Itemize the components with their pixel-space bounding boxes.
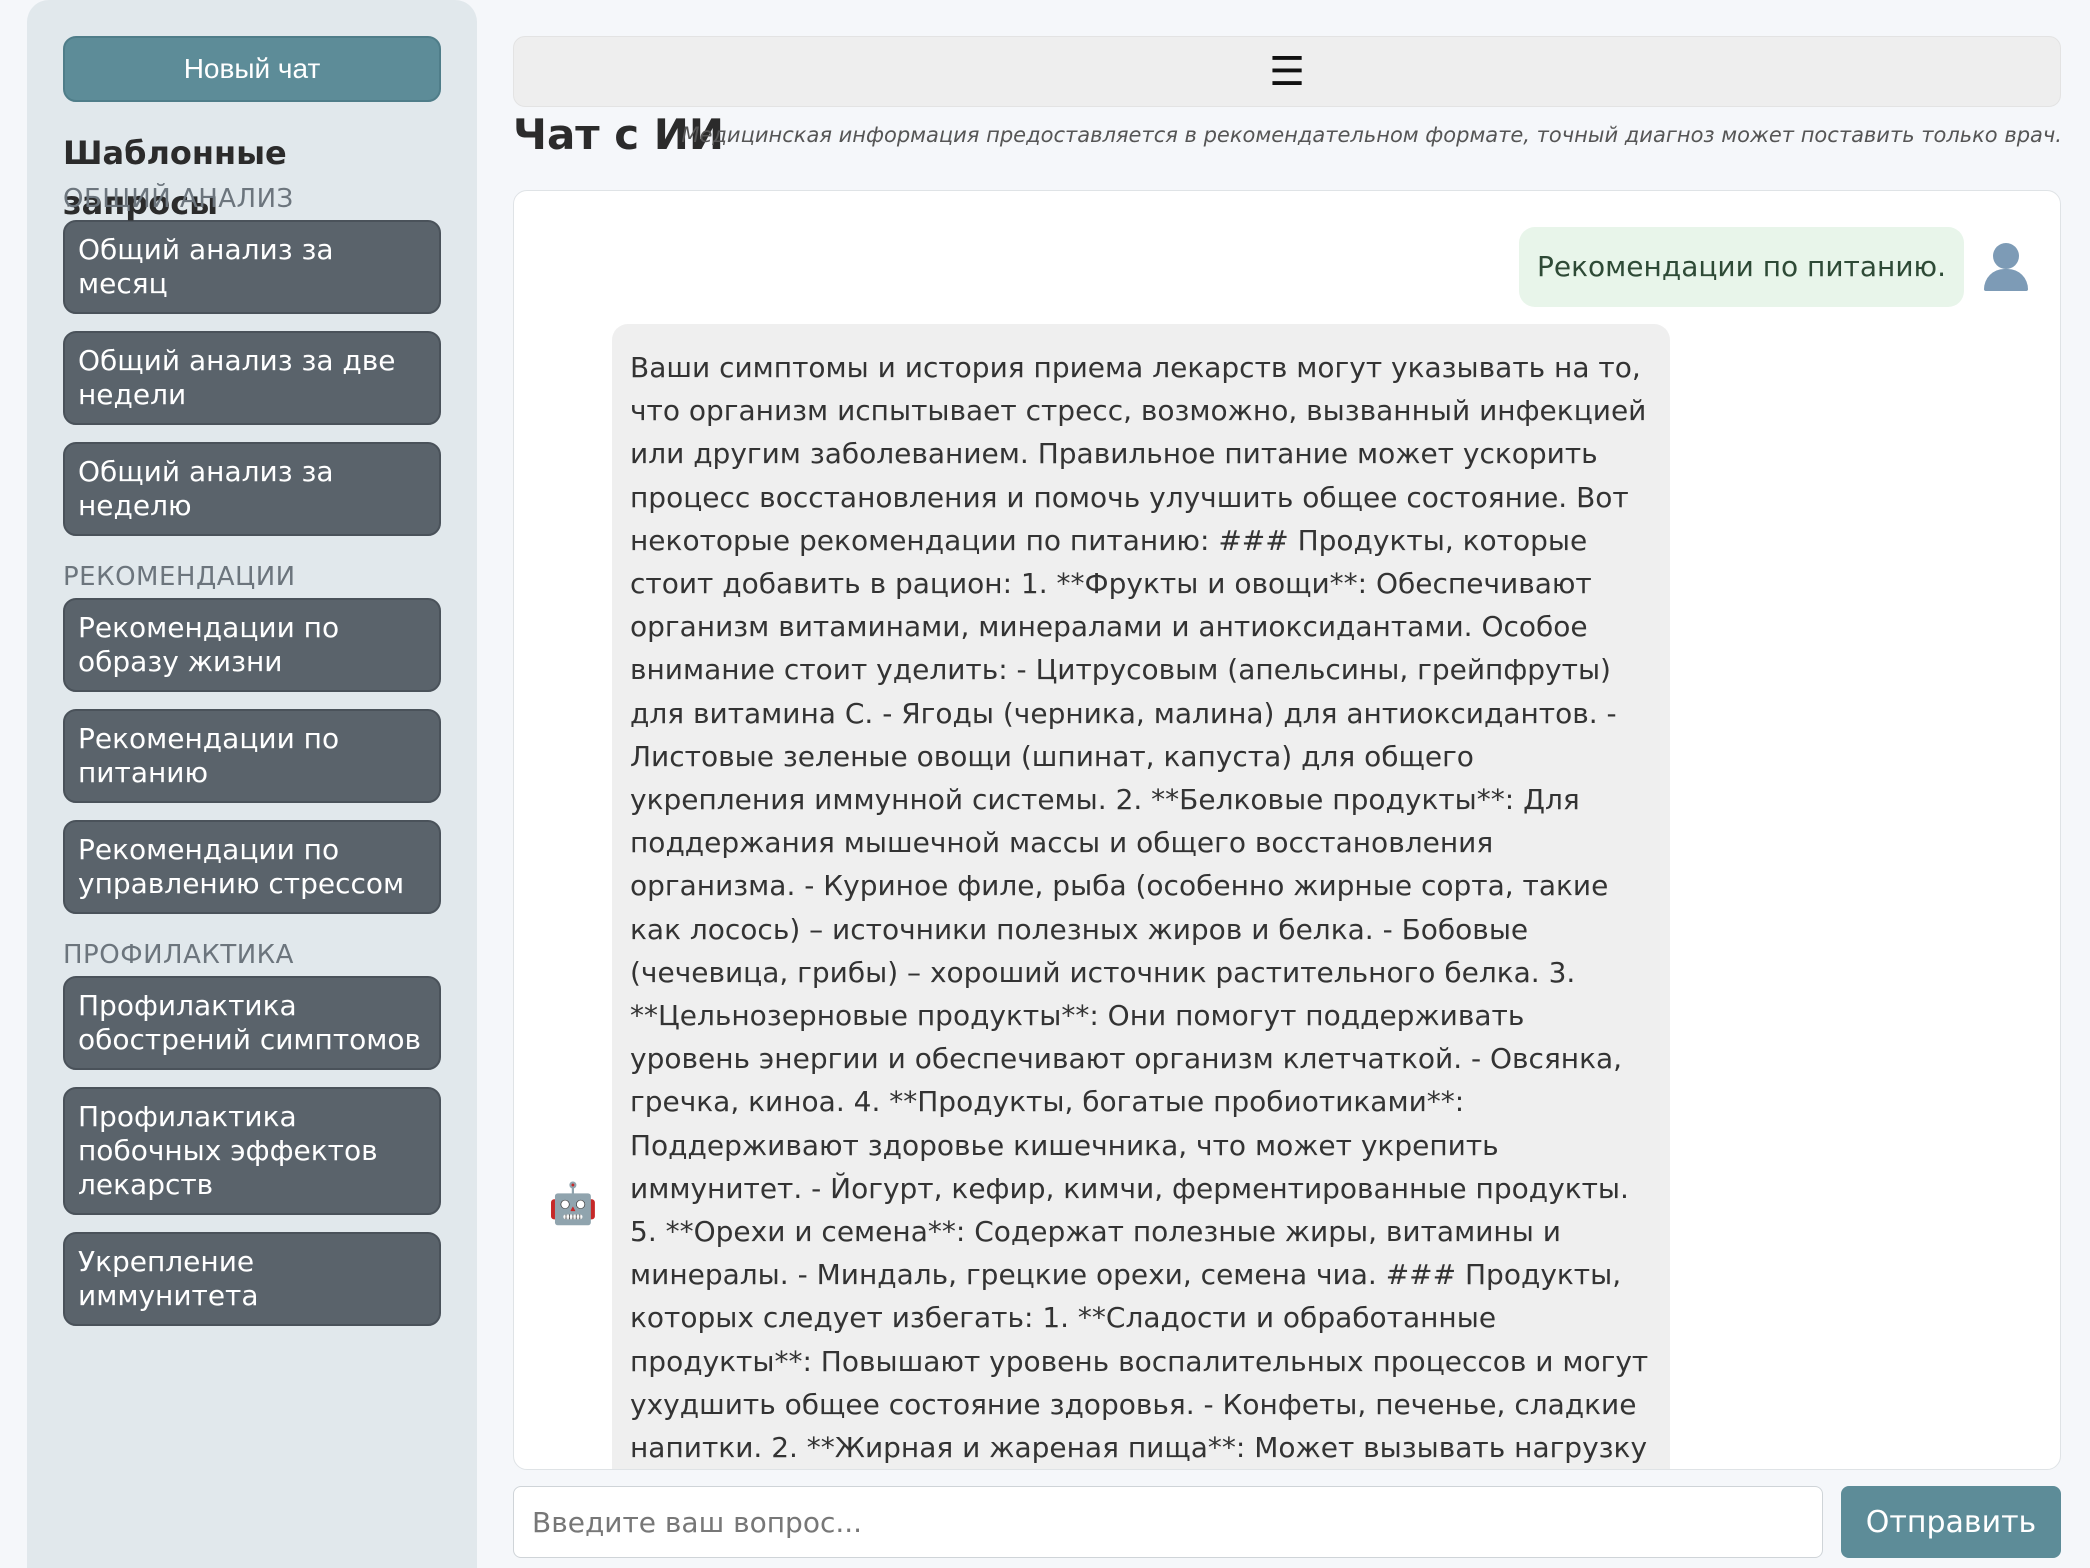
- template-general-analysis-month[interactable]: Общий анализ за месяц: [63, 220, 441, 314]
- send-button[interactable]: Отправить: [1841, 1486, 2061, 1558]
- assistant-message-bubble: Ваши симптомы и история приема лекарств …: [612, 324, 1670, 1469]
- user-message: Рекомендации по питанию.: [1519, 227, 2032, 307]
- hamburger-icon[interactable]: ☰: [1269, 52, 1305, 92]
- new-chat-button[interactable]: Новый чат: [63, 36, 441, 102]
- template-stress-recommendations[interactable]: Рекомендации по управлению стрессом: [63, 820, 441, 914]
- template-general-analysis-two-weeks[interactable]: Общий анализ за две недели: [63, 331, 441, 425]
- template-lifestyle-recommendations[interactable]: Рекомендации по образу жизни: [63, 598, 441, 692]
- robot-icon: 🤖: [548, 1181, 598, 1227]
- template-immunity-boost[interactable]: Укрепление иммунитета: [63, 1232, 441, 1326]
- chat-messages-panel[interactable]: Рекомендации по питанию. 🤖 Ваши симптомы…: [513, 190, 2061, 1470]
- section-label-recommendations: РЕКОМЕНДАЦИИ: [63, 562, 296, 592]
- template-nutrition-recommendations[interactable]: Рекомендации по питанию: [63, 709, 441, 803]
- section-label-general-analysis: ОБЩИЙ АНАЛИЗ: [63, 184, 294, 214]
- question-input[interactable]: [513, 1486, 1823, 1558]
- sidebar: Новый чат Шаблонные запросы ОБЩИЙ АНАЛИЗ…: [27, 0, 477, 1568]
- user-icon: [1980, 241, 2032, 293]
- top-bar: ☰: [513, 36, 2061, 107]
- user-message-bubble: Рекомендации по питанию.: [1519, 227, 1964, 307]
- medical-disclaimer: Медицинская информация предоставляется в…: [681, 123, 2062, 147]
- template-symptom-flare-prevention[interactable]: Профилактика обострений симптомов: [63, 976, 441, 1070]
- template-general-analysis-week[interactable]: Общий анализ за неделю: [63, 442, 441, 536]
- templates-title: Шаблонные запросы: [63, 134, 287, 222]
- template-side-effects-prevention[interactable]: Профилактика побочных эффектов лекарств: [63, 1087, 441, 1215]
- section-label-prevention: ПРОФИЛАКТИКА: [63, 940, 294, 970]
